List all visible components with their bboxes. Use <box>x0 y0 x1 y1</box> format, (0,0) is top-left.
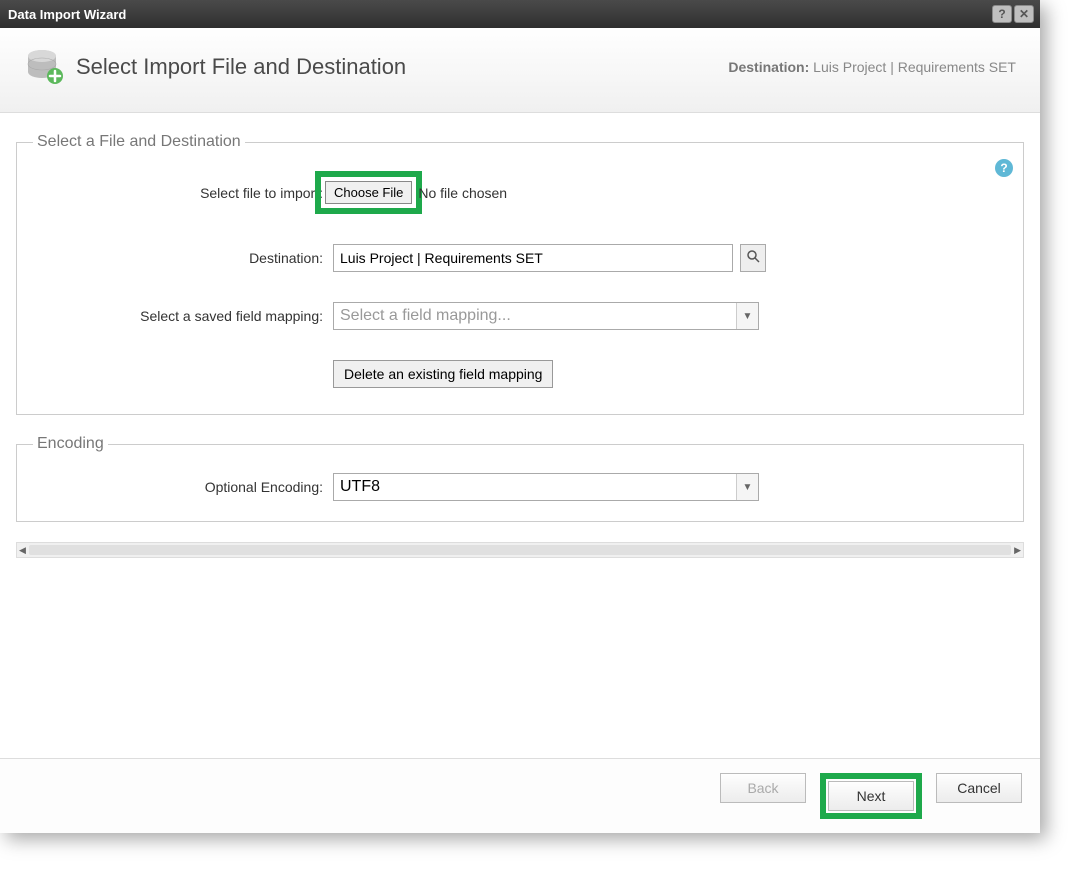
scrollbar-track[interactable] <box>29 545 1011 555</box>
back-button[interactable]: Back <box>720 773 806 803</box>
wizard-footer: Back Next Cancel <box>0 758 1040 833</box>
mapping-select-placeholder: Select a field mapping... <box>340 307 511 325</box>
encoding-row: Optional Encoding: UTF8 ▼ <box>33 473 1007 501</box>
choose-file-button[interactable]: Choose File <box>325 181 412 204</box>
chevron-down-icon: ▼ <box>736 303 758 329</box>
wizard-header: Select Import File and Destination Desti… <box>0 28 1040 113</box>
file-label: Select file to import: <box>33 185 333 201</box>
wizard-content: Select a File and Destination ? Select f… <box>0 113 1040 558</box>
delete-mapping-control: Delete an existing field mapping <box>333 360 553 388</box>
encoding-control: UTF8 ▼ <box>333 473 759 501</box>
next-button-highlight: Next <box>820 773 922 819</box>
header-dest-value: Luis Project | Requirements SET <box>813 59 1016 75</box>
destination-row: Destination: <box>33 244 1007 272</box>
mapping-control: Select a field mapping... ▼ <box>333 302 759 330</box>
mapping-row: Select a saved field mapping: Select a f… <box>33 302 1007 330</box>
close-button[interactable]: ✕ <box>1014 5 1034 23</box>
encoding-legend: Encoding <box>33 435 108 453</box>
encoding-value: UTF8 <box>340 478 380 496</box>
destination-label: Destination: <box>33 250 333 266</box>
magnifier-icon <box>746 249 760 268</box>
titlebar-buttons: ? ✕ <box>992 5 1034 23</box>
next-button[interactable]: Next <box>828 781 914 811</box>
mapping-select[interactable]: Select a field mapping... ▼ <box>333 302 759 330</box>
header-dest-label: Destination: <box>728 59 809 75</box>
choose-file-highlight: Choose File <box>315 171 422 214</box>
scroll-left-icon: ◀ <box>19 545 26 556</box>
horizontal-scrollbar[interactable]: ◀ ▶ <box>16 542 1024 558</box>
file-row: Select file to import: Choose File No fi… <box>33 171 1007 214</box>
header-destination: Destination: Luis Project | Requirements… <box>728 59 1016 75</box>
header-left: Select Import File and Destination <box>24 46 406 88</box>
encoding-select[interactable]: UTF8 ▼ <box>333 473 759 501</box>
cancel-button[interactable]: Cancel <box>936 773 1022 803</box>
chevron-down-icon: ▼ <box>736 474 758 500</box>
help-button[interactable]: ? <box>992 5 1012 23</box>
wizard-dialog: Data Import Wizard ? ✕ Select Import Fil… <box>0 0 1040 833</box>
encoding-label: Optional Encoding: <box>33 479 333 495</box>
database-import-icon <box>24 46 66 88</box>
delete-mapping-button[interactable]: Delete an existing field mapping <box>333 360 553 388</box>
file-chosen-status: No file chosen <box>418 185 507 201</box>
fieldset-help-icon[interactable]: ? <box>995 159 1013 177</box>
window-title: Data Import Wizard <box>8 7 126 22</box>
page-title: Select Import File and Destination <box>76 54 406 80</box>
title-bar: Data Import Wizard ? ✕ <box>0 0 1040 28</box>
file-destination-fieldset: Select a File and Destination ? Select f… <box>16 133 1024 415</box>
mapping-label: Select a saved field mapping: <box>33 308 333 324</box>
destination-control <box>333 244 766 272</box>
delete-mapping-row: Delete an existing field mapping <box>33 360 1007 388</box>
scroll-right-icon: ▶ <box>1014 545 1021 556</box>
encoding-fieldset: Encoding Optional Encoding: UTF8 ▼ <box>16 435 1024 522</box>
destination-browse-button[interactable] <box>740 244 766 272</box>
destination-input[interactable] <box>333 244 733 272</box>
file-control: Choose File No file chosen <box>333 171 507 214</box>
file-destination-legend: Select a File and Destination <box>33 133 245 151</box>
